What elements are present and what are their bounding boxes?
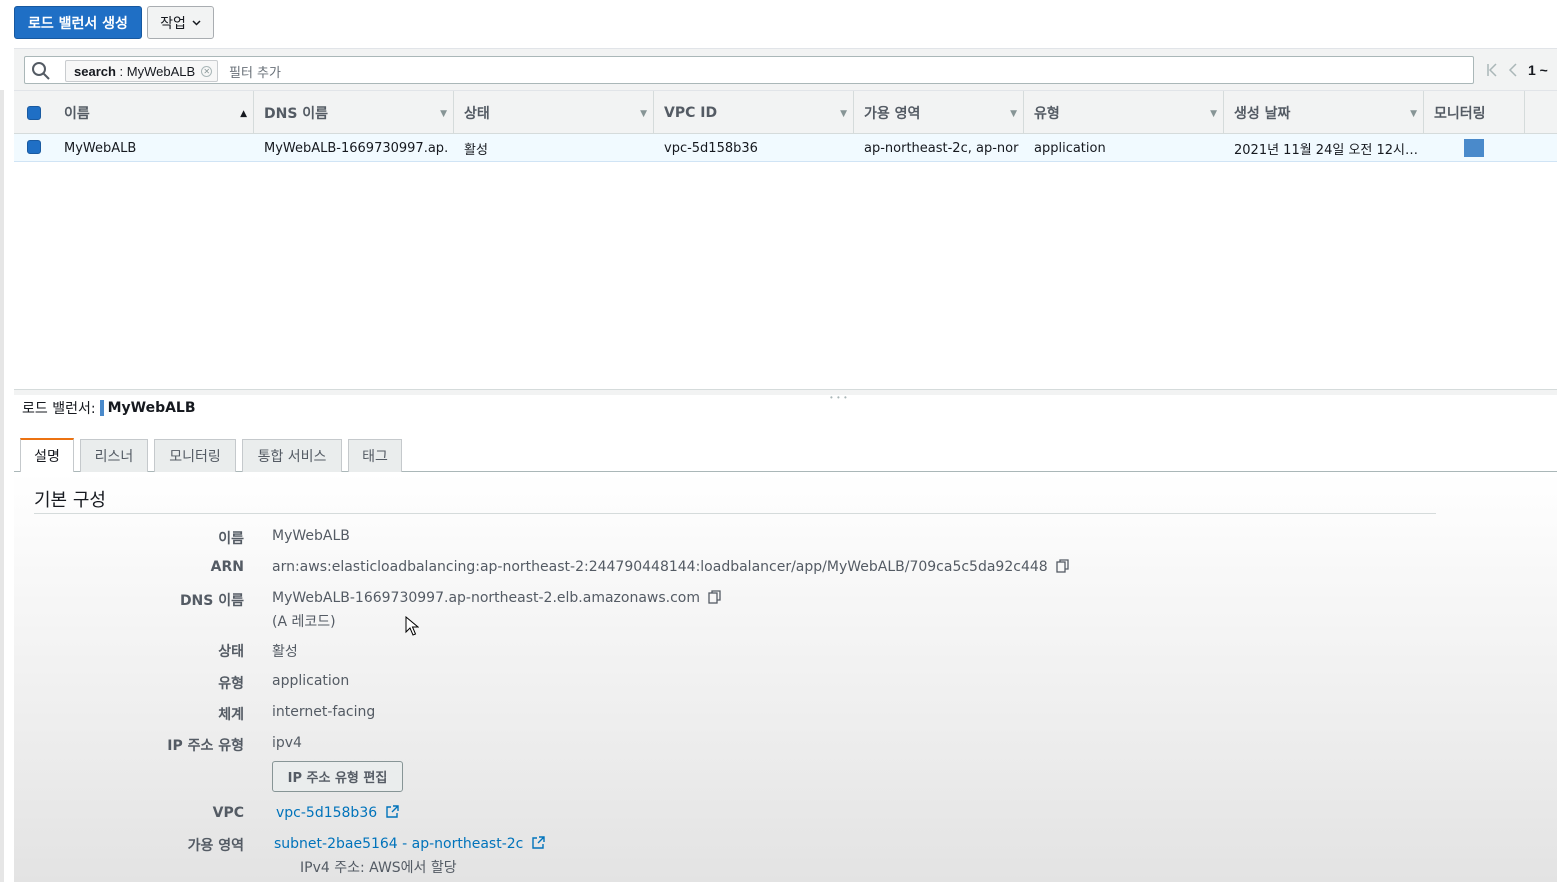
- search-icon: [32, 62, 50, 80]
- prev-page-icon[interactable]: [1508, 63, 1518, 77]
- create-load-balancer-button[interactable]: 로드 밸런서 생성: [14, 6, 142, 39]
- filter-token-key: search: [74, 63, 116, 79]
- column-header-state[interactable]: 상태 ▼: [454, 91, 654, 135]
- field-label-arn: ARN: [210, 559, 244, 575]
- select-all-checkbox[interactable]: [27, 106, 41, 120]
- chevron-down-icon: [192, 19, 201, 26]
- section-divider: [34, 513, 1436, 514]
- column-label: 이름: [64, 106, 90, 122]
- sort-icon: ▼: [840, 109, 847, 119]
- copy-icon[interactable]: [1056, 559, 1070, 573]
- cell-state: 활성: [464, 142, 488, 158]
- field-label-name: 이름: [218, 531, 244, 547]
- field-label-state: 상태: [218, 644, 244, 660]
- field-value-dns-row: MyWebALB-1669730997.ap-northeast-2.elb.a…: [272, 590, 722, 606]
- page-number: 1 ~: [1528, 62, 1548, 78]
- column-header-created[interactable]: 생성 날짜 ▼: [1224, 91, 1424, 135]
- column-label: DNS 이름: [264, 106, 329, 122]
- column-label: 유형: [1034, 106, 1060, 122]
- field-value-ip-type: ipv4: [272, 735, 302, 751]
- field-note-dns: (A 레코드): [272, 614, 336, 630]
- column-header-dns[interactable]: DNS 이름 ▼: [254, 91, 454, 135]
- field-value-state: 활성: [272, 644, 298, 660]
- cell-created: 2021년 11월 24일 오전 12시…: [1234, 142, 1418, 158]
- drag-handle-icon[interactable]: • • •: [830, 393, 848, 402]
- filter-token-separator: :: [115, 63, 127, 79]
- edit-ip-type-button[interactable]: IP 주소 유형 편집: [272, 761, 403, 792]
- filter-token[interactable]: search : MyWebALB ✕: [65, 60, 219, 82]
- field-label-vpc: VPC: [212, 805, 244, 821]
- section-title: 기본 구성: [34, 490, 106, 511]
- monitoring-icon[interactable]: [1464, 139, 1484, 157]
- add-filter-placeholder[interactable]: 필터 추가: [229, 62, 281, 81]
- column-header-vpc[interactable]: VPC ID ▼: [654, 91, 854, 135]
- first-page-icon[interactable]: [1486, 63, 1498, 77]
- field-label-scheme: 체계: [218, 707, 244, 723]
- field-label-az: 가용 영역: [187, 838, 244, 854]
- split-pane-divider[interactable]: [14, 389, 1557, 395]
- field-value-scheme: internet-facing: [272, 704, 376, 720]
- row-checkbox[interactable]: [27, 140, 41, 154]
- tab-integrated-services[interactable]: 통합 서비스: [242, 439, 342, 472]
- column-label: 모니터링: [1434, 106, 1486, 122]
- field-value-vpc-row: vpc-5d158b36: [276, 805, 399, 821]
- actions-dropdown-button[interactable]: 작업: [147, 6, 214, 39]
- copy-icon[interactable]: [708, 590, 722, 604]
- external-link-icon[interactable]: [385, 805, 399, 818]
- sort-ascending-icon: ▲: [240, 109, 247, 119]
- detail-title-prefix: 로드 밸런서:: [22, 401, 96, 417]
- field-label-type: 유형: [218, 676, 244, 692]
- detail-title-name: MyWebALB: [107, 400, 196, 416]
- filter-token-value: MyWebALB: [126, 63, 196, 79]
- detail-tabs: 설명 리스너 모니터링 통합 서비스 태그: [14, 437, 1557, 472]
- sort-icon: ▼: [1410, 109, 1417, 119]
- field-value-arn: arn:aws:elasticloadbalancing:ap-northeas…: [272, 559, 1048, 575]
- mouse-cursor-icon: [405, 616, 419, 636]
- sort-icon: ▼: [640, 109, 647, 119]
- column-header-type[interactable]: 유형 ▼: [1024, 91, 1224, 135]
- field-value-dns: MyWebALB-1669730997.ap-northeast-2.elb.a…: [272, 590, 700, 606]
- cell-type: application: [1034, 140, 1106, 156]
- window-left-edge: [0, 90, 4, 882]
- tab-tags[interactable]: 태그: [348, 439, 402, 472]
- column-header-monitoring[interactable]: 모니터링: [1424, 91, 1525, 135]
- cell-name: MyWebALB: [64, 140, 137, 156]
- title-marker: [99, 400, 104, 416]
- field-value-az-row: subnet-2bae5164 - ap-northeast-2c: [274, 836, 545, 852]
- vpc-link[interactable]: vpc-5d158b36: [276, 805, 377, 821]
- column-label: 가용 영역: [864, 106, 921, 122]
- external-link-icon[interactable]: [532, 836, 545, 849]
- sort-icon: ▼: [1210, 109, 1217, 119]
- table-row[interactable]: MyWebALB MyWebALB-1669730997.ap… 활성 vpc-…: [14, 134, 1557, 162]
- filter-bar: search : MyWebALB ✕ 필터 추가 1 ~: [14, 48, 1557, 90]
- column-label: 상태: [464, 106, 490, 122]
- pagination: 1 ~: [1486, 57, 1548, 83]
- cell-dns: MyWebALB-1669730997.ap…: [264, 140, 449, 156]
- column-header-name[interactable]: 이름 ▲: [54, 91, 254, 135]
- description-panel: 기본 구성 이름 MyWebALB ARN arn:aws:elasticloa…: [14, 472, 1557, 882]
- remove-filter-icon[interactable]: ✕: [201, 66, 213, 77]
- table-header: 이름 ▲ DNS 이름 ▼ 상태 ▼ VPC ID ▼ 가용 영역 ▼ 유형 ▼ 생성 날짜…: [14, 90, 1557, 135]
- cell-vpc: vpc-5d158b36: [664, 140, 758, 156]
- field-label-ip-type: IP 주소 유형: [167, 738, 244, 754]
- tab-monitoring[interactable]: 모니터링: [154, 439, 236, 472]
- field-value-arn-row: arn:aws:elasticloadbalancing:ap-northeas…: [272, 559, 1070, 575]
- column-label: 생성 날짜: [1234, 106, 1291, 122]
- field-note-az: IPv4 주소: AWS에서 할당: [300, 860, 457, 876]
- field-label-dns: DNS 이름: [179, 593, 244, 609]
- subnet-link[interactable]: subnet-2bae5164 - ap-northeast-2c: [274, 836, 523, 852]
- search-input[interactable]: search : MyWebALB ✕ 필터 추가: [24, 56, 1474, 84]
- cell-az: ap-northeast-2c, ap-nor…: [864, 140, 1019, 156]
- field-value-name: MyWebALB: [272, 528, 350, 544]
- detail-title: 로드 밸런서: MyWebALB: [22, 398, 196, 418]
- sort-icon: ▼: [440, 109, 447, 119]
- tab-listeners[interactable]: 리스너: [80, 439, 148, 472]
- column-label: VPC ID: [664, 105, 718, 121]
- sort-icon: ▼: [1010, 109, 1017, 119]
- toolbar: 로드 밸런서 생성 작업: [0, 0, 1557, 48]
- actions-label: 작업: [160, 15, 186, 32]
- column-header-az[interactable]: 가용 영역 ▼: [854, 91, 1024, 135]
- field-value-type: application: [272, 673, 350, 689]
- tab-description[interactable]: 설명: [20, 438, 74, 472]
